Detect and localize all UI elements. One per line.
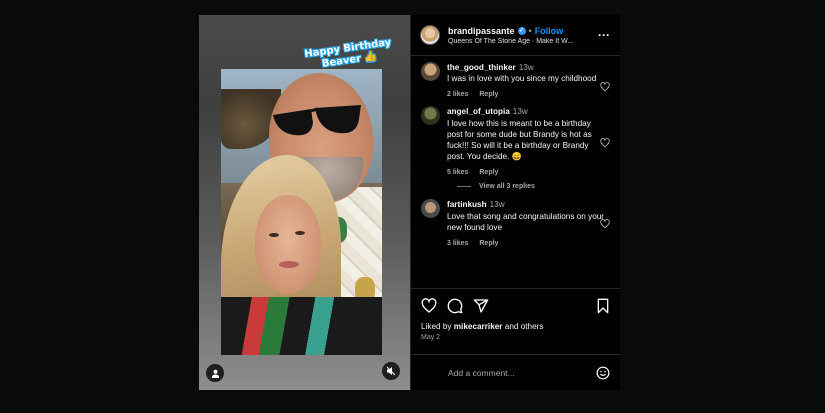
reply-button[interactable]: Reply	[479, 169, 498, 176]
reply-button[interactable]: Reply	[479, 240, 498, 247]
mute-icon	[386, 366, 396, 376]
follow-button[interactable]: Follow	[535, 26, 564, 36]
comment-username[interactable]: the_good_thinker	[447, 63, 516, 72]
more-options-icon[interactable]: ···	[596, 28, 612, 42]
bookmark-icon[interactable]	[596, 298, 610, 314]
liked-by-user[interactable]: mikecarriker	[454, 322, 503, 331]
post-username[interactable]: brandipassante	[448, 26, 515, 36]
comment-item: the_good_thinker 13w I was in love with y…	[421, 62, 610, 98]
likes-summary[interactable]: Liked by mikecarriker and others	[421, 322, 610, 331]
verified-badge-icon: ✓	[517, 26, 526, 35]
story-media[interactable]: Happy Birthday Beaver 👍	[199, 15, 410, 390]
likes-prefix: Liked by	[421, 322, 454, 331]
comment-username[interactable]: angel_of_utopia	[447, 107, 510, 116]
like-comment-heart-icon[interactable]	[600, 219, 610, 229]
share-send-icon[interactable]	[473, 298, 489, 314]
avatar[interactable]	[420, 25, 440, 45]
comment-likes[interactable]: 5 likes	[447, 169, 468, 176]
comment-likes[interactable]: 3 likes	[447, 240, 468, 247]
comment-time: 13w	[518, 63, 534, 72]
like-heart-icon[interactable]	[421, 298, 437, 314]
comment-bubble-icon[interactable]	[447, 298, 463, 314]
comment-text: I love how this is meant to be a birthda…	[447, 118, 592, 162]
separator-dot: •	[528, 25, 532, 36]
mute-button[interactable]	[382, 362, 400, 380]
comment-item: angel_of_utopia 13w I love how this is me…	[421, 106, 610, 176]
tagged-users-button[interactable]	[206, 364, 224, 382]
like-comment-heart-icon[interactable]	[600, 82, 610, 92]
commenter-avatar[interactable]	[421, 106, 440, 126]
view-replies-button[interactable]: View all 3 replies	[457, 183, 610, 190]
likes-suffix[interactable]: and others	[503, 322, 544, 331]
post-date[interactable]: May 2	[421, 334, 610, 341]
comment-input[interactable]	[448, 367, 596, 378]
comment-likes[interactable]: 2 likes	[447, 91, 468, 98]
post-header: brandipassante ✓ • Follow Queens Of The …	[411, 15, 620, 56]
add-comment-bar	[411, 354, 620, 390]
comments-list: the_good_thinker 13w I was in love with y…	[411, 56, 620, 288]
commenter-avatar[interactable]	[421, 199, 440, 219]
emoji-icon[interactable]	[596, 366, 610, 380]
comment-text: I was in love with you since my childhoo…	[447, 74, 597, 84]
comment-time: 13w	[512, 107, 528, 117]
comment-item: fartinkush 13w Love that song and congrat…	[421, 199, 610, 247]
post-photo	[221, 69, 382, 355]
comment-text: Love that song and congratulations on yo…	[447, 211, 605, 232]
post-actions: Liked by mikecarriker and others May 2	[411, 288, 620, 354]
like-comment-heart-icon[interactable]	[600, 138, 610, 148]
comment-time: 13w	[489, 200, 505, 210]
birthday-sticker: Happy Birthday Beaver 👍	[304, 37, 394, 73]
user-icon	[211, 369, 219, 378]
comment-username[interactable]: fartinkush	[447, 200, 487, 209]
post-modal: Happy Birthday Beaver 👍 brandipassante ✓	[199, 15, 620, 390]
audio-track[interactable]: Queens Of The Stone Age · Make It W...	[448, 38, 596, 45]
reply-button[interactable]: Reply	[479, 91, 498, 98]
post-sidebar: brandipassante ✓ • Follow Queens Of The …	[410, 15, 620, 390]
commenter-avatar[interactable]	[421, 62, 440, 81]
